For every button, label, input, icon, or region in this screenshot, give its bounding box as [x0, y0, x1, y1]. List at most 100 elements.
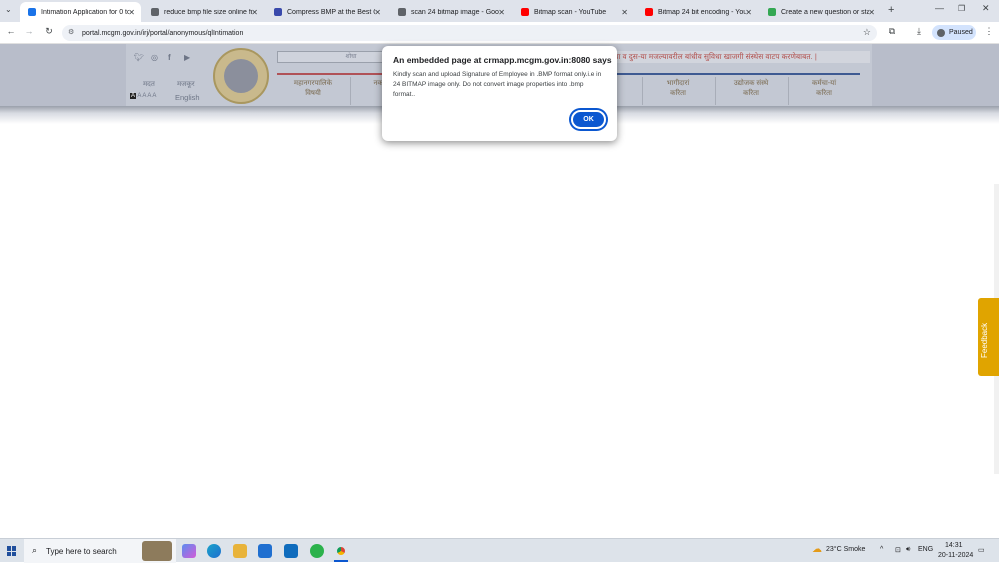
browser-tab[interactable]: reduce bmp file size online fre ✕ — [143, 2, 264, 22]
tab-close-icon[interactable]: ✕ — [128, 8, 135, 17]
tab-close-icon[interactable]: ✕ — [251, 8, 258, 17]
tab-favicon-icon — [768, 8, 776, 16]
tab-title: Compress BMP at the Best Qua — [287, 8, 375, 16]
browser-tab[interactable]: Intimation Application for 0 to ✕ — [20, 2, 141, 22]
store-app-icon[interactable] — [258, 544, 272, 558]
clock-date[interactable]: 20-11-2024 — [938, 552, 973, 559]
tab-title: Intimation Application for 0 to — [41, 8, 129, 16]
browser-tab[interactable]: Bitmap scan - YouTube ✕ — [513, 2, 634, 22]
nav-item-label: भागीदारां — [666, 80, 690, 87]
font-size-controls[interactable]: A A A A A — [130, 93, 156, 99]
nav-accent-bar — [615, 73, 860, 75]
tab-favicon-icon — [274, 8, 282, 16]
tab-close-icon[interactable]: ✕ — [745, 8, 752, 17]
tab-favicon-icon — [398, 8, 406, 16]
profile-avatar-icon — [937, 28, 945, 37]
close-window-button[interactable]: ✕ — [982, 3, 990, 14]
tab-favicon-icon — [645, 8, 653, 16]
nav-separator — [715, 77, 716, 105]
help-link[interactable]: मदत — [143, 80, 155, 89]
menu-kebab-icon[interactable]: ⋮ — [982, 26, 996, 37]
taskbar-search-box[interactable]: ⌕ Type here to search — [24, 539, 176, 563]
taskbar-search-placeholder: Type here to search — [46, 546, 117, 556]
tab-list-chevron-icon[interactable]: ⌄ — [5, 5, 12, 14]
twitter-icon[interactable]: 🐦︎ — [134, 53, 144, 62]
browser-tab[interactable]: Compress BMP at the Best Qua✕ — [266, 2, 387, 22]
nav-item[interactable]: भागीदारां करिता — [642, 79, 714, 99]
mcgm-logo[interactable] — [213, 48, 269, 104]
news-marquee[interactable]: त्या व दुस-या मजल्यावरील बांधीव सुविधा ख… — [612, 51, 870, 63]
profile-status-label: Paused — [949, 29, 973, 36]
instagram-icon[interactable]: ◎ — [151, 53, 158, 62]
feedback-label: Feedback — [980, 322, 989, 358]
feedback-tab[interactable]: Feedback — [978, 298, 999, 376]
address-bar[interactable]: ⚙ portal.mcgm.gov.in/irj/portal/anonymou… — [62, 25, 877, 41]
tab-favicon-icon — [151, 8, 159, 16]
text-link[interactable]: मजकूर — [177, 80, 195, 89]
tab-close-icon[interactable]: ✕ — [374, 8, 381, 17]
copilot-app-icon[interactable] — [182, 544, 196, 558]
weather-icon[interactable]: ☁ — [812, 544, 822, 555]
tab-title: Bitmap scan - YouTube — [534, 8, 607, 16]
dialog-ok-button[interactable]: OK — [571, 110, 606, 129]
facebook-icon[interactable]: f — [168, 53, 171, 62]
tab-title: Create a new question or start — [781, 8, 869, 16]
browser-tab[interactable]: scan 24 bitmap image - Google ✕ — [390, 2, 511, 22]
reload-icon[interactable]: ↻ — [42, 26, 56, 37]
tab-favicon-icon — [521, 8, 529, 16]
nav-item[interactable]: उद्योजक संस्थे करिता — [715, 79, 787, 99]
nav-item-label: उद्योजक संस्थे — [733, 80, 769, 87]
tab-favicon-icon — [28, 8, 36, 16]
tab-title: reduce bmp file size online fre — [164, 8, 252, 16]
edge-app-icon[interactable] — [207, 544, 221, 558]
bookmark-star-icon[interactable]: ☆ — [863, 27, 871, 38]
nav-item[interactable]: कर्मचा-यां करिता — [788, 79, 860, 99]
nav-separator — [350, 77, 351, 105]
notifications-icon[interactable]: ▭ — [978, 546, 985, 554]
outlook-app-icon[interactable] — [284, 544, 298, 558]
browser-toolbar: ← → ↻ ⚙ portal.mcgm.gov.in/irj/portal/an… — [0, 22, 999, 44]
start-windows-icon[interactable] — [7, 546, 17, 556]
downloads-icon[interactable]: ⤓ — [912, 26, 926, 37]
site-info-icon[interactable]: ⚙ — [68, 28, 74, 36]
minimize-button[interactable]: — — [935, 3, 944, 13]
tab-title: Bitmap 24 bit encoding - YouT — [658, 8, 746, 16]
chrome-app-icon[interactable] — [334, 544, 348, 558]
nav-item-label: करिता — [816, 90, 832, 97]
windows-taskbar: ⌕ Type here to search ☁ 23°C Smoke ^ ⊡ 🔊… — [0, 538, 999, 563]
nav-item-label: करिता — [743, 90, 759, 97]
tab-close-icon[interactable]: ✕ — [868, 8, 875, 17]
nav-item[interactable]: महानगरपालिके विषयी — [277, 79, 349, 99]
back-arrow-icon[interactable]: ← — [4, 26, 18, 36]
tab-close-icon[interactable]: ✕ — [498, 8, 505, 17]
search-icon: ⌕ — [32, 545, 38, 555]
logo-emblem — [224, 59, 258, 93]
url-text: portal.mcgm.gov.in/irj/portal/anonymous/… — [82, 29, 244, 37]
language-indicator[interactable]: ENG — [918, 546, 933, 553]
nav-item-label: करिता — [670, 90, 686, 97]
maximize-button[interactable]: ❐ — [958, 4, 965, 13]
volume-icon[interactable]: 🔊︎ — [906, 546, 910, 554]
dialog-message: Kindly scan and upload Signature of Empl… — [393, 71, 602, 98]
search-highlight-image — [142, 541, 172, 561]
browser-tab-bar: ⌄ Intimation Application for 0 to ✕ reduce… — [0, 0, 999, 22]
network-icon[interactable]: ⊡ — [895, 546, 901, 554]
tray-overflow-chevron-icon[interactable]: ^ — [880, 546, 883, 553]
english-language-link[interactable]: English — [175, 93, 200, 102]
tab-close-icon[interactable]: ✕ — [621, 8, 628, 17]
nav-item-label: विषयी — [305, 90, 321, 97]
new-tab-button[interactable]: + — [888, 4, 894, 16]
clock-time[interactable]: 14:31 — [945, 542, 963, 549]
tab-title: scan 24 bitmap image - Google — [411, 8, 499, 16]
browser-tab[interactable]: Bitmap 24 bit encoding - YouT ✕ — [637, 2, 758, 22]
nav-separator — [642, 77, 643, 105]
file-explorer-icon[interactable] — [233, 544, 247, 558]
profile-button[interactable]: Paused — [932, 25, 976, 40]
youtube-icon[interactable]: ▶ — [184, 53, 190, 62]
weather-text[interactable]: 23°C Smoke — [826, 546, 865, 553]
dialog-title: An embedded page at crmapp.mcgm.gov.in:8… — [393, 55, 612, 65]
extensions-icon[interactable]: ⧉ — [885, 26, 899, 37]
browser-tab[interactable]: Create a new question or start ✕ — [760, 2, 881, 22]
whatsapp-app-icon[interactable] — [310, 544, 324, 558]
forward-arrow-icon[interactable]: → — [22, 26, 36, 36]
